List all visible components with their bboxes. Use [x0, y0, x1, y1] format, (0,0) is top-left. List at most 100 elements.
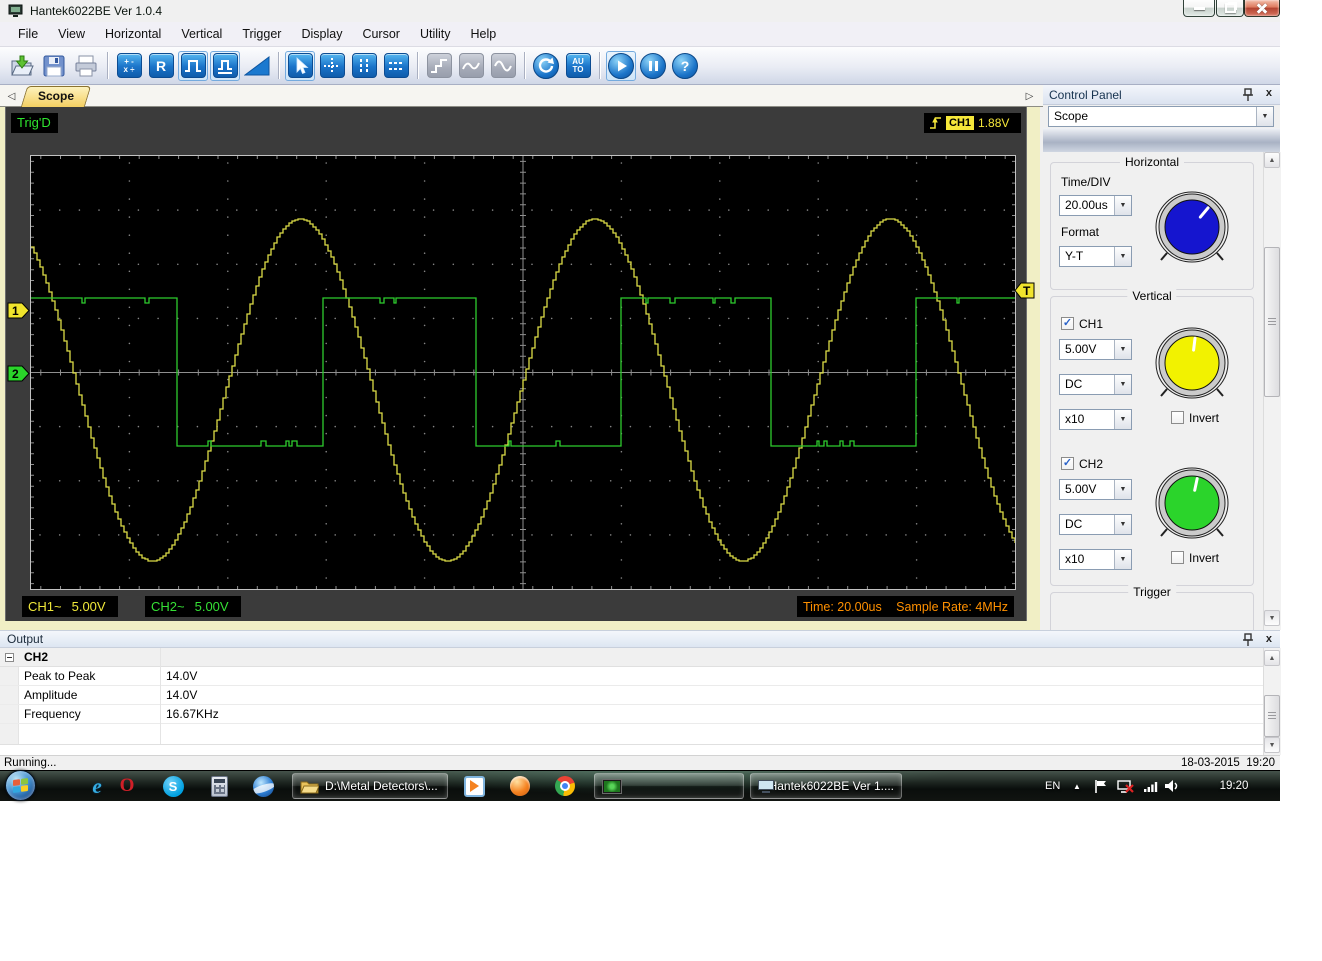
start-button[interactable] [5, 770, 36, 801]
scrollbar-thumb[interactable] [1264, 695, 1280, 737]
close-panel-icon[interactable]: x [1266, 633, 1272, 645]
print-button[interactable] [71, 51, 101, 81]
help-button[interactable]: ? [670, 51, 700, 81]
chrome-icon[interactable] [552, 774, 578, 798]
toolbar: + -x ÷ R AU TO ? [0, 47, 1280, 85]
tab-scroll-right-icon[interactable]: ▷ [1022, 88, 1037, 104]
menu-horizontal[interactable]: Horizontal [95, 22, 171, 46]
output-scrollbar[interactable]: ▲ ▲ [1263, 648, 1281, 755]
vertical-cursors-button[interactable] [349, 51, 379, 81]
tab-scroll-left-icon[interactable]: ◁ [4, 88, 19, 104]
output-group-row[interactable]: CH2 [0, 648, 1264, 667]
ch2-position-marker[interactable]: 2 [7, 365, 31, 387]
menu-trigger[interactable]: Trigger [232, 22, 291, 46]
open-file-button[interactable] [7, 51, 37, 81]
speaker-icon[interactable] [1164, 771, 1180, 801]
tray-chevron-up-icon[interactable]: ▲ [1073, 771, 1081, 801]
ch1-invert-checkbox[interactable] [1171, 411, 1184, 424]
action-center-flag-icon[interactable] [1094, 771, 1108, 801]
tab-scope[interactable]: Scope [24, 86, 88, 107]
chevron-down-icon: ▼ [1114, 515, 1131, 534]
smplayer-icon[interactable] [507, 774, 533, 798]
panel-mode-select[interactable]: Scope ▼ [1048, 106, 1274, 127]
ch2-enable-checkbox[interactable]: ✓ [1061, 457, 1074, 470]
square-wave-button[interactable] [178, 50, 208, 81]
close-panel-icon[interactable]: x [1266, 87, 1272, 99]
scroll-up-icon[interactable]: ▲ [1264, 152, 1280, 168]
math-button[interactable]: + -x ÷ [114, 51, 144, 81]
start-button[interactable] [606, 50, 636, 81]
ch1-invert-label: Invert [1189, 411, 1220, 425]
save-button[interactable] [39, 51, 69, 81]
control-panel-scrollbar[interactable]: ▲ ▲ [1263, 152, 1281, 630]
ch1-enable-checkbox[interactable]: ✓ [1061, 317, 1074, 330]
ramp-wave-button[interactable] [242, 51, 272, 81]
scrollbar-thumb[interactable] [1264, 247, 1280, 397]
minimize-button[interactable] [1183, 0, 1215, 17]
horizontal-cursors-button[interactable] [381, 51, 411, 81]
refresh-button[interactable] [531, 51, 561, 81]
pause-button[interactable] [638, 51, 668, 81]
media-player-icon[interactable] [461, 774, 487, 798]
trigger-level-marker[interactable]: T [1014, 282, 1035, 304]
language-indicator[interactable]: EN [1045, 771, 1060, 801]
horizontal-cursors-icon [383, 53, 409, 78]
square-wave2-button[interactable] [210, 50, 240, 81]
explorer-task-button[interactable]: D:\Metal Detectors\... [292, 773, 448, 799]
cursor-arrow-button[interactable] [285, 50, 315, 81]
signal-bars-icon[interactable] [1143, 771, 1158, 801]
network-disconnected-icon[interactable] [1117, 771, 1134, 801]
math-icon: + -x ÷ [116, 53, 142, 78]
opera-icon[interactable]: O [114, 774, 140, 798]
close-button[interactable] [1244, 0, 1280, 17]
measure-value: 14.0V [166, 669, 198, 683]
scope-capture-task-button[interactable] [594, 773, 744, 799]
scope-screen[interactable] [30, 155, 1016, 590]
ch1-position-marker[interactable]: 1 [7, 302, 31, 324]
internet-explorer-icon[interactable]: e [84, 774, 110, 798]
menu-help[interactable]: Help [461, 22, 507, 46]
skype-icon[interactable]: S [160, 774, 186, 798]
rising-edge-icon [930, 117, 941, 129]
menu-file[interactable]: File [8, 22, 48, 46]
ch1-position-knob[interactable] [1154, 325, 1230, 401]
pin-icon[interactable] [1242, 633, 1254, 646]
auto-set-button[interactable]: AU TO [563, 51, 593, 81]
scroll-up-icon[interactable]: ▲ [1264, 650, 1280, 666]
pin-icon[interactable] [1242, 88, 1254, 101]
ch1-coupling-select[interactable]: DC ▼ [1059, 374, 1132, 395]
menu-utility[interactable]: Utility [410, 22, 461, 46]
ch2-probe-select[interactable]: x10 ▼ [1059, 549, 1132, 570]
cross-cursor-icon [319, 53, 345, 78]
open-folder-icon [11, 55, 34, 75]
ch2-invert-checkbox[interactable] [1171, 551, 1184, 564]
menu-cursor[interactable]: Cursor [352, 22, 410, 46]
output-row: Frequency 16.67KHz [0, 705, 1264, 724]
hantek-task-button[interactable]: Hantek6022BE Ver 1.... [750, 773, 902, 799]
ch2-position-knob[interactable] [1154, 465, 1230, 541]
taskbar-clock[interactable]: 19:20 [1208, 771, 1260, 801]
menu-display[interactable]: Display [291, 22, 352, 46]
horizontal-knob[interactable] [1154, 189, 1230, 265]
reference-button[interactable]: R [146, 51, 176, 81]
measure-label: Amplitude [24, 688, 78, 702]
cross-cursor-button[interactable] [317, 51, 347, 81]
control-panel-header: Control Panel x [1043, 85, 1280, 105]
ch2-volts-select[interactable]: 5.00V ▼ [1059, 479, 1132, 500]
ch1-volts-select[interactable]: 5.00V ▼ [1059, 339, 1132, 360]
google-earth-icon[interactable] [250, 774, 276, 798]
menu-view[interactable]: View [48, 22, 95, 46]
collapse-icon[interactable] [5, 653, 14, 662]
time-div-select[interactable]: 20.00us ▼ [1059, 195, 1132, 216]
format-select[interactable]: Y-T ▼ [1059, 246, 1132, 267]
menu-vertical[interactable]: Vertical [171, 22, 232, 46]
ch2-coupling-select[interactable]: DC ▼ [1059, 514, 1132, 535]
scroll-down-icon[interactable]: ▲ [1264, 737, 1280, 753]
output-panel-body: CH2 Peak to Peak 14.0V Amplitude 14.0V F… [0, 648, 1264, 755]
ch1-probe-select[interactable]: x10 ▼ [1059, 409, 1132, 430]
calculator-icon[interactable] [206, 774, 232, 798]
toolbar-separator [278, 52, 279, 79]
scroll-down-icon[interactable]: ▲ [1264, 610, 1280, 626]
restore-button[interactable] [1216, 0, 1244, 17]
chevron-down-icon: ▼ [1114, 375, 1131, 394]
